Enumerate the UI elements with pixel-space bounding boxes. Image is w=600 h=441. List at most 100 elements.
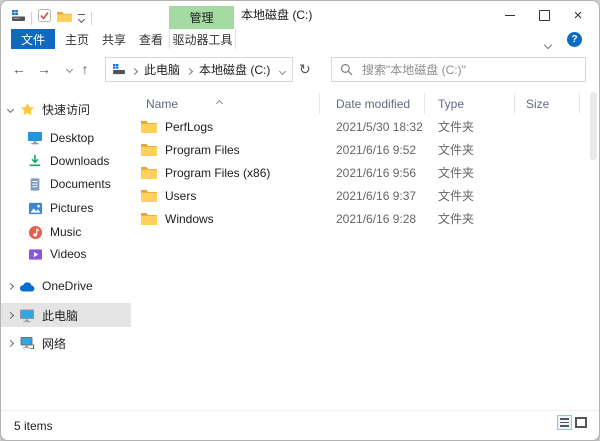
sidebar-item-label: 网络: [42, 336, 67, 351]
file-date: 2021/6/16 9:28: [336, 211, 417, 226]
network-icon: [19, 335, 35, 351]
search-input[interactable]: [360, 61, 577, 78]
vertical-scrollbar[interactable]: [590, 92, 597, 160]
close-button[interactable]: ×: [563, 1, 593, 29]
file-type: 文件夹: [438, 212, 475, 226]
address-dropdown-icon[interactable]: [278, 63, 287, 77]
search-box[interactable]: [331, 57, 586, 82]
forward-button[interactable]: →: [34, 49, 54, 89]
maximize-icon: [538, 9, 550, 21]
column-separator[interactable]: [319, 93, 320, 114]
maximize-button[interactable]: [529, 1, 559, 29]
file-explorer-window: 管理 本地磁盘 (C:) × 文件 主页 共享 查看 驱动器工具 ? ← → ↑: [0, 0, 600, 441]
chevron-right-icon[interactable]: [1, 339, 19, 347]
sidebar-item-label: Pictures: [50, 201, 94, 215]
file-type: 文件夹: [438, 120, 475, 134]
pictures-icon: [27, 200, 43, 216]
help-button[interactable]: ?: [567, 32, 582, 47]
file-list-pane: Name Date modified Type Size PerfLogs 20…: [131, 89, 599, 411]
new-folder-icon[interactable]: [57, 9, 72, 27]
details-view-button[interactable]: [557, 415, 572, 430]
minimize-button[interactable]: [495, 1, 525, 29]
breadcrumb-local-disk-c[interactable]: 本地磁盘 (C:): [199, 61, 270, 78]
folder-icon: [141, 166, 157, 179]
drive-icon: [113, 64, 125, 75]
file-name: Windows: [165, 211, 214, 226]
onedrive-cloud-icon: [19, 278, 35, 294]
qat-customize-dropdown-icon[interactable]: [77, 14, 86, 24]
up-button[interactable]: ↑: [75, 49, 95, 89]
file-date: 2021/5/30 18:32: [336, 119, 423, 134]
column-header-size[interactable]: Size: [526, 93, 549, 114]
this-pc-icon: [19, 307, 35, 323]
music-icon: [27, 224, 43, 240]
file-type: 文件夹: [438, 166, 475, 180]
refresh-button[interactable]: ↻: [299, 49, 311, 89]
folder-icon: [141, 120, 157, 133]
file-date: 2021/6/16 9:37: [336, 188, 417, 203]
documents-icon: [27, 176, 43, 192]
folder-icon: [141, 189, 157, 202]
items-count: 5 items: [14, 418, 53, 433]
sidebar-item-label: Videos: [50, 247, 87, 261]
column-header-date-modified[interactable]: Date modified: [336, 93, 410, 114]
sidebar-item-network[interactable]: 网络: [1, 332, 131, 354]
sidebar-item-label: 此电脑: [42, 308, 79, 323]
back-button[interactable]: ←: [9, 49, 29, 89]
file-name: Program Files (x86): [165, 165, 271, 180]
navigation-bar: ← → ↑ 此电脑 本地磁盘 (C:) ↻ 搜索"本地磁盘 (C:)": [1, 49, 599, 90]
sidebar-item-label: Music: [50, 225, 82, 239]
desktop-background: 管理 本地磁盘 (C:) × 文件 主页 共享 查看 驱动器工具 ? ← → ↑: [0, 0, 600, 441]
context-tab-manage[interactable]: 管理: [169, 6, 234, 29]
file-name: Users: [165, 188, 197, 203]
minimize-icon: [505, 14, 515, 16]
file-date: 2021/6/16 9:56: [336, 165, 417, 180]
tab-view[interactable]: 查看: [133, 29, 169, 49]
chevron-right-icon[interactable]: [1, 311, 19, 319]
sort-ascending-icon: [215, 93, 224, 111]
star-icon: [19, 101, 35, 117]
chevron-right-icon[interactable]: [1, 282, 19, 290]
table-row[interactable]: Program Files 2021/6/16 9:52 文件夹: [131, 138, 585, 161]
table-row[interactable]: Users 2021/6/16 9:37 文件夹: [131, 184, 585, 207]
close-icon: ×: [573, 6, 583, 24]
table-row[interactable]: Program Files (x86) 2021/6/16 9:56 文件夹: [131, 161, 585, 184]
sidebar-item-label: OneDrive: [42, 279, 93, 293]
address-bar[interactable]: 此电脑 本地磁盘 (C:): [105, 57, 293, 82]
tab-file[interactable]: 文件: [11, 29, 55, 49]
column-header-name[interactable]: Name: [146, 93, 178, 114]
tab-home[interactable]: 主页: [59, 29, 95, 49]
table-row[interactable]: PerfLogs 2021/5/30 18:32 文件夹: [131, 115, 585, 138]
sidebar-item-quick-access[interactable]: 快速访问: [1, 98, 131, 120]
sidebar-item-this-pc[interactable]: 此电脑: [1, 303, 131, 327]
column-separator[interactable]: [514, 93, 515, 114]
chevron-down-icon[interactable]: [1, 105, 19, 113]
breadcrumb-separator-icon: [130, 63, 139, 77]
file-date: 2021/6/16 9:52: [336, 142, 417, 157]
search-icon: [340, 63, 353, 76]
folder-icon: [141, 143, 157, 156]
file-name: Program Files: [165, 142, 240, 157]
column-separator[interactable]: [424, 93, 425, 114]
tab-share[interactable]: 共享: [96, 29, 132, 49]
window-title: 本地磁盘 (C:): [241, 8, 313, 22]
drive-icon: [12, 9, 25, 27]
ribbon-tabs-row: 文件 主页 共享 查看 驱动器工具 ?: [1, 29, 599, 50]
qat-separator: [91, 11, 92, 25]
column-separator[interactable]: [579, 93, 580, 114]
properties-check-icon[interactable]: [38, 9, 51, 27]
sidebar-item-onedrive[interactable]: OneDrive: [1, 275, 131, 297]
sidebar-item-label: 快速访问: [42, 102, 91, 117]
table-row[interactable]: Windows 2021/6/16 9:28 文件夹: [131, 207, 585, 230]
qat-separator: [31, 11, 32, 25]
downloads-icon: [27, 153, 43, 169]
large-icons-view-button[interactable]: [575, 417, 587, 428]
column-header-type[interactable]: Type: [438, 93, 464, 114]
videos-icon: [27, 246, 43, 262]
tab-drive-tools[interactable]: 驱动器工具: [169, 29, 236, 49]
title-bar: 管理 本地磁盘 (C:) ×: [1, 1, 599, 29]
folder-icon: [141, 212, 157, 225]
breadcrumb-this-pc[interactable]: 此电脑: [144, 61, 180, 78]
file-type: 文件夹: [438, 143, 475, 157]
desktop-icon: [27, 130, 43, 146]
